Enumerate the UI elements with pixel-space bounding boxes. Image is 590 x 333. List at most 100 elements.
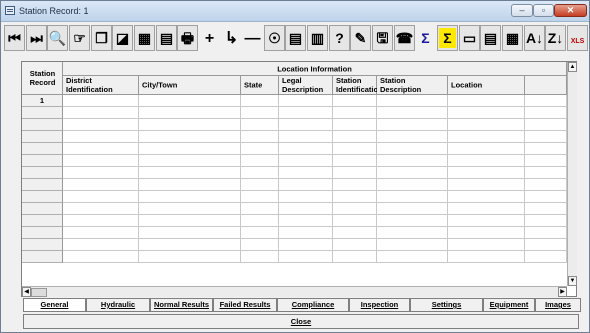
grid-cell[interactable] — [448, 191, 525, 203]
grid-cell[interactable] — [139, 155, 241, 167]
grid-cell[interactable] — [333, 131, 377, 143]
scroll-up-button[interactable]: ▲ — [568, 62, 577, 72]
grid-cell[interactable] — [377, 215, 448, 227]
grid-cell[interactable] — [448, 95, 525, 107]
tab-general[interactable]: General — [23, 299, 86, 312]
grid-cell[interactable] — [525, 167, 567, 179]
grid-cell[interactable] — [63, 239, 139, 251]
grid-cell[interactable] — [241, 119, 279, 131]
grid-cell[interactable] — [448, 155, 525, 167]
sort-desc-icon[interactable]: Z↓ — [545, 25, 566, 51]
grid-cell[interactable] — [333, 239, 377, 251]
grid-cell[interactable] — [63, 251, 139, 263]
grid-cell[interactable] — [377, 107, 448, 119]
row-number[interactable] — [22, 239, 63, 251]
grid-cell[interactable] — [377, 95, 448, 107]
grid-cell[interactable] — [139, 119, 241, 131]
grid-cell[interactable] — [279, 131, 333, 143]
grid-cell[interactable] — [448, 119, 525, 131]
grid-cell[interactable] — [525, 107, 567, 119]
grid-cell[interactable] — [525, 155, 567, 167]
hydrant-icon[interactable]: ☉ — [264, 25, 285, 51]
grid-cell[interactable] — [63, 155, 139, 167]
grid-cell[interactable] — [279, 155, 333, 167]
grid-cell[interactable] — [63, 95, 139, 107]
tab-hydraulic[interactable]: Hydraulic — [86, 299, 150, 312]
grid-cell[interactable] — [333, 179, 377, 191]
column-header-district-identification[interactable]: District Identification — [63, 76, 139, 95]
grid-cell[interactable] — [241, 239, 279, 251]
grid-cell[interactable] — [63, 131, 139, 143]
grid-cell[interactable] — [241, 95, 279, 107]
grid-cell[interactable] — [333, 95, 377, 107]
grid-cell[interactable] — [279, 119, 333, 131]
grid-cell[interactable] — [139, 191, 241, 203]
scroll-down-button[interactable]: ▼ — [568, 276, 577, 286]
first-record-icon[interactable]: ⏮ — [4, 25, 25, 51]
grid-cell[interactable] — [279, 227, 333, 239]
grid-cell[interactable] — [63, 215, 139, 227]
row-number[interactable] — [22, 155, 63, 167]
grid-cell[interactable] — [448, 203, 525, 215]
grid-cell[interactable] — [63, 227, 139, 239]
grid-cell[interactable] — [63, 179, 139, 191]
close-button[interactable]: Close — [23, 314, 579, 329]
grid-cell[interactable] — [525, 203, 567, 215]
grid-cell[interactable] — [241, 179, 279, 191]
grid-cell[interactable] — [448, 179, 525, 191]
close-window-button[interactable]: ✕ — [554, 4, 587, 17]
row-number[interactable] — [22, 131, 63, 143]
grid-cell[interactable] — [279, 107, 333, 119]
minimize-button[interactable]: – — [511, 4, 533, 17]
grid-cell[interactable] — [525, 191, 567, 203]
station-record-header[interactable]: Station Record — [22, 62, 63, 95]
grid-cell[interactable] — [241, 107, 279, 119]
grid-cell[interactable] — [333, 215, 377, 227]
edit-notes-icon[interactable]: ✎ — [350, 25, 371, 51]
sort-asc-icon[interactable]: A↓ — [524, 25, 545, 51]
row-number[interactable]: 1 — [22, 95, 63, 107]
grid-cell[interactable] — [279, 95, 333, 107]
grid-cell[interactable] — [448, 131, 525, 143]
row-number[interactable] — [22, 227, 63, 239]
grid-cell[interactable] — [525, 251, 567, 263]
grid-cell[interactable] — [525, 143, 567, 155]
grid-cell[interactable] — [448, 215, 525, 227]
row-number[interactable] — [22, 167, 63, 179]
grid-cell[interactable] — [241, 191, 279, 203]
tab-equipment[interactable]: Equipment — [483, 299, 535, 312]
grid-cell[interactable] — [525, 131, 567, 143]
grid-cell[interactable] — [525, 239, 567, 251]
phone-icon[interactable]: ☎ — [394, 25, 415, 51]
grid-cell[interactable] — [241, 167, 279, 179]
grid-cell[interactable] — [448, 251, 525, 263]
add-icon[interactable]: + — [199, 25, 220, 51]
grid-cell[interactable] — [333, 167, 377, 179]
insert-icon[interactable]: ↳ — [221, 25, 242, 51]
maximize-button[interactable]: ▫ — [533, 4, 554, 17]
grid-cell[interactable] — [241, 131, 279, 143]
column-header-city-town[interactable]: City/Town — [139, 76, 241, 95]
scroll-left-button[interactable]: ◀ — [22, 287, 31, 297]
grid-cell[interactable] — [525, 119, 567, 131]
grid-cell[interactable] — [448, 107, 525, 119]
row-number[interactable] — [22, 143, 63, 155]
grid-cell[interactable] — [63, 107, 139, 119]
grid-cell[interactable] — [333, 227, 377, 239]
eraser-icon[interactable]: ◪ — [112, 25, 133, 51]
grid-cell[interactable] — [377, 203, 448, 215]
grid-cell[interactable] — [279, 191, 333, 203]
grid-cell[interactable] — [139, 239, 241, 251]
grid-cell[interactable] — [525, 95, 567, 107]
window-icon[interactable]: ▭ — [459, 25, 480, 51]
grid-cell[interactable] — [139, 227, 241, 239]
grid-cell[interactable] — [241, 215, 279, 227]
copy-icon[interactable]: ❐ — [91, 25, 112, 51]
save-icon[interactable]: 🖫 — [372, 25, 393, 51]
grid-cell[interactable] — [241, 227, 279, 239]
column-header-station-description[interactable]: Station Description — [377, 76, 448, 95]
tab-images[interactable]: Images — [535, 299, 581, 312]
search-icon[interactable]: 🔍 — [47, 25, 68, 51]
grid-cell[interactable] — [139, 131, 241, 143]
grid-cell[interactable] — [139, 95, 241, 107]
